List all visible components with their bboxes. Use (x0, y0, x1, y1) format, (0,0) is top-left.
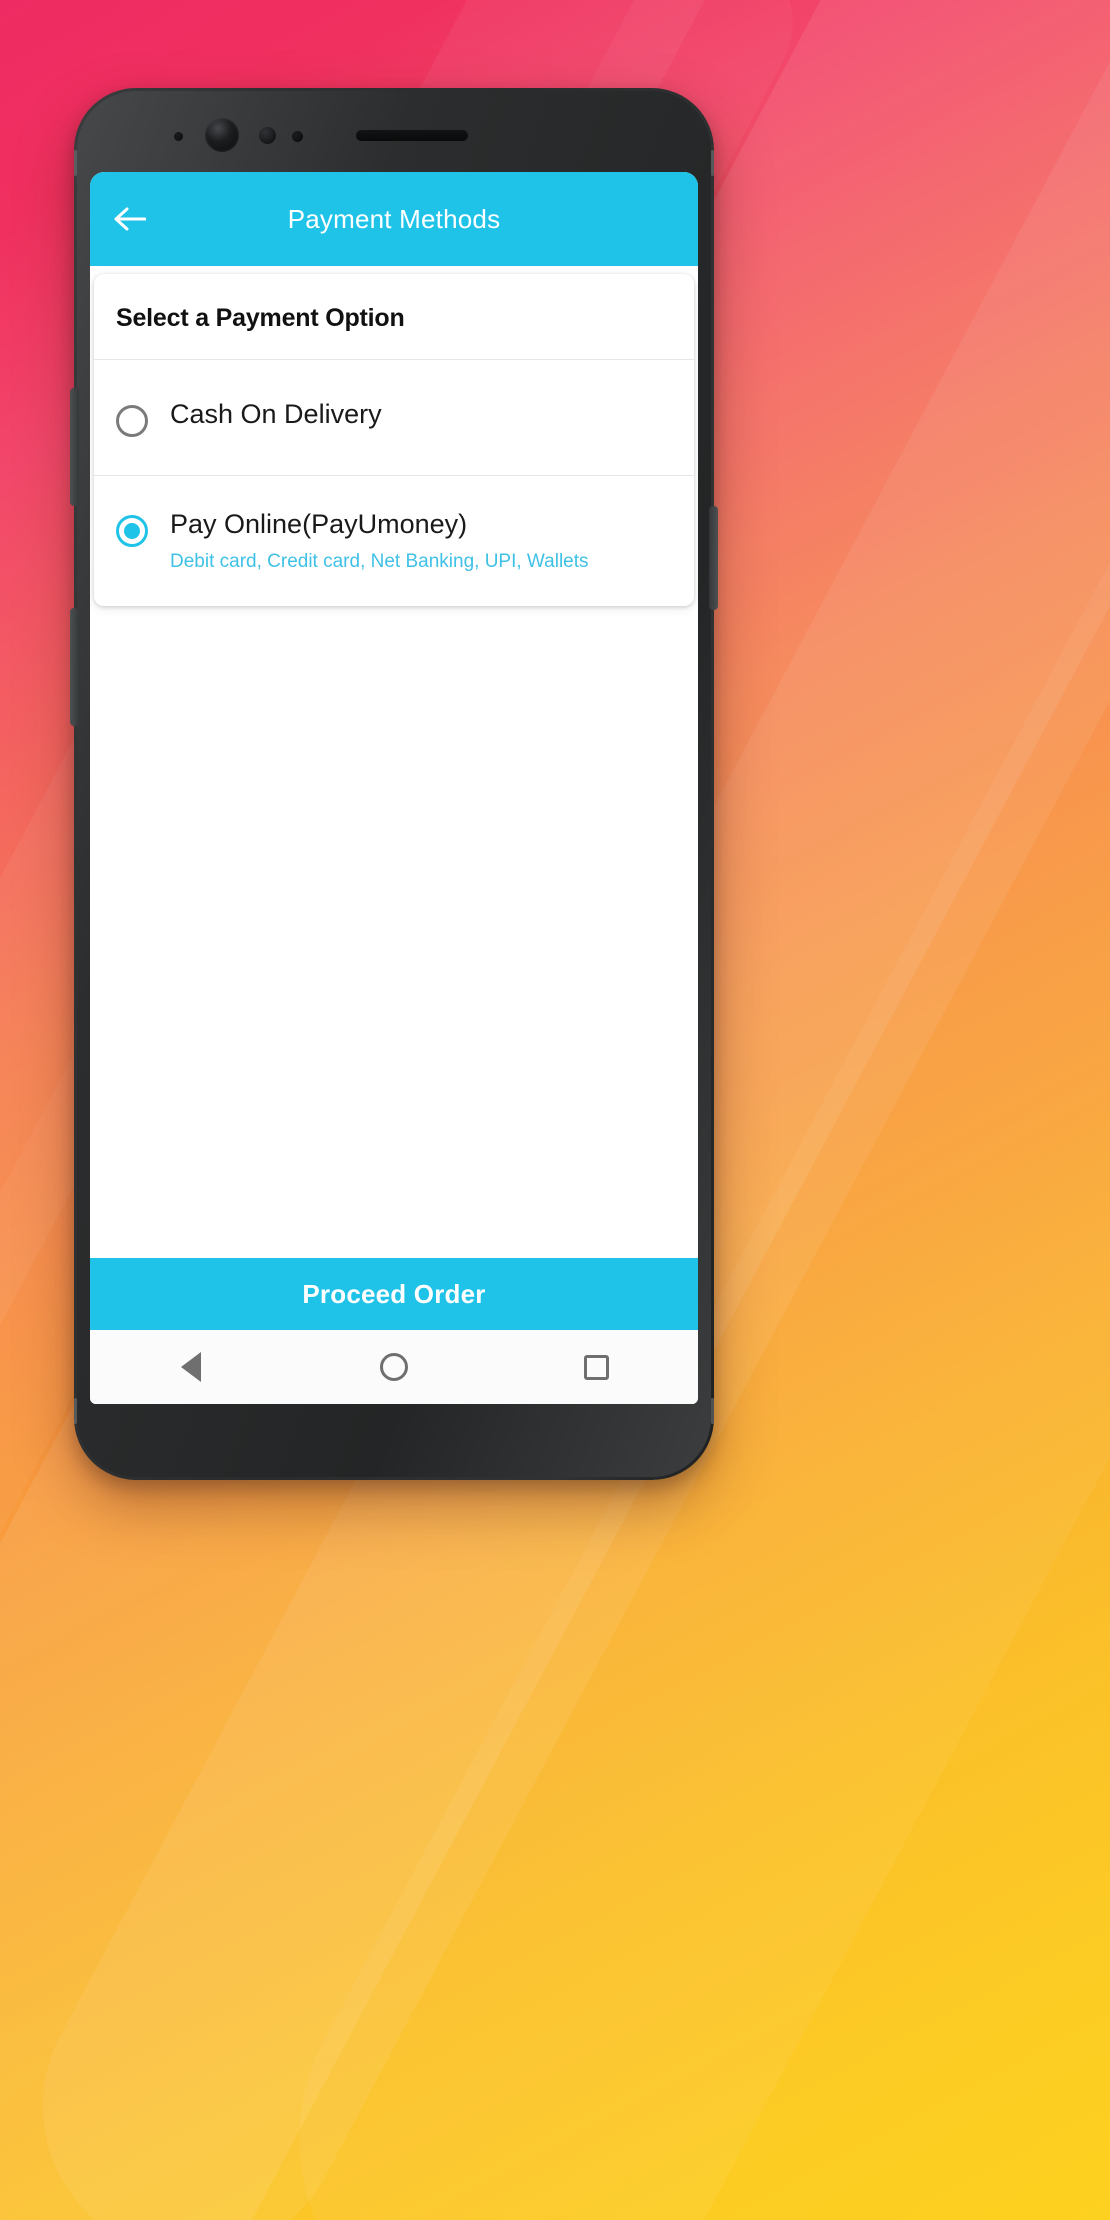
frame-seam-left-bottom (74, 1398, 77, 1424)
nav-home-glyph (379, 1353, 408, 1381)
power-button[interactable] (709, 506, 718, 610)
arrow-left-icon[interactable] (108, 197, 152, 241)
light-sensor-icon (292, 131, 303, 142)
option-text-group: Cash On Delivery (170, 399, 382, 429)
payment-option-cash-on-delivery[interactable]: Cash On Delivery (94, 360, 694, 475)
screen-content: Select a Payment Option Cash On Delivery… (90, 274, 698, 606)
triangle-back-icon[interactable] (150, 1330, 232, 1404)
option-text-group: Pay Online(PayUmoney) Debit card, Credit… (170, 509, 589, 574)
phone-screen: Payment Methods Select a Payment Option … (90, 172, 698, 1404)
volume-up-button[interactable] (70, 388, 79, 506)
radio-pay-online[interactable] (116, 515, 148, 547)
device-top-bezel (74, 88, 714, 172)
phone-device-mockup: Payment Methods Select a Payment Option … (70, 88, 718, 1480)
frame-seam-right-bottom (711, 1398, 714, 1424)
card-header-label: Select a Payment Option (116, 304, 405, 332)
option-title: Cash On Delivery (170, 399, 382, 429)
proceed-order-button[interactable]: Proceed Order (90, 1258, 698, 1330)
earpiece-speaker-icon (356, 130, 468, 141)
device-bottom-chin (74, 1404, 714, 1480)
nav-back-glyph (181, 1352, 202, 1382)
camera-lens-icon (205, 118, 239, 152)
page-title: Payment Methods (287, 203, 501, 234)
iris-sensor-icon (259, 127, 276, 144)
android-navigation-bar (90, 1330, 698, 1404)
option-title: Pay Online(PayUmoney) (170, 509, 468, 539)
proximity-sensor-icon (174, 132, 183, 141)
radio-cash-on-delivery[interactable] (116, 405, 148, 437)
app-bar: Payment Methods (90, 172, 698, 266)
payment-option-pay-online[interactable]: Pay Online(PayUmoney) Debit card, Credit… (94, 476, 694, 606)
circle-home-icon[interactable] (353, 1330, 435, 1404)
nav-recents-glyph (584, 1354, 610, 1380)
option-subtitle: Debit card, Credit card, Net Banking, UP… (170, 551, 589, 573)
volume-down-button[interactable] (70, 608, 79, 726)
square-recents-icon[interactable] (556, 1330, 638, 1404)
payment-options-card: Select a Payment Option Cash On Delivery… (94, 274, 694, 606)
